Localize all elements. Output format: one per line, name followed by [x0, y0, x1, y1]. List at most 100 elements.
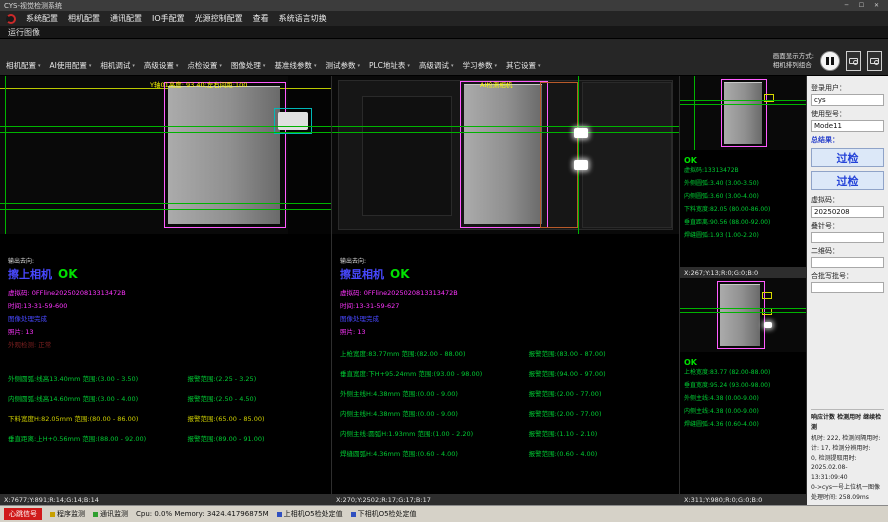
virtual-code-label: 虚拟码： [811, 195, 884, 205]
chevron-down-icon: ▾ [219, 63, 222, 69]
measure-line-green [0, 126, 331, 127]
login-user-label: 登录用户： [811, 83, 884, 93]
mini-result-line: 内侧主线:4.38 (0.00-9.00) [684, 406, 802, 415]
toolbar-camera-config[interactable]: 相机配置▾ [6, 60, 41, 71]
measure-line-green [680, 104, 806, 105]
roi-rect-magenta [717, 281, 765, 349]
camera-image-middle[interactable]: AI检测相机 [332, 76, 679, 234]
mini-result-line: 垂直宽度:95.24 (93.00-98.00) [684, 380, 802, 389]
photo-count-text: 照片: 13 [8, 326, 323, 336]
menu-item-camera-config[interactable]: 相机配置 [68, 13, 100, 24]
lower-camera-status: 下相机O5检处定值 [351, 509, 417, 519]
mini-result-line: 焊缝圆弧:4.36 (0.60-4.00) [684, 419, 802, 428]
barcode-text: 虚拟码: 0FFline2025020813313472B [8, 287, 323, 297]
program-monitor-indicator: 程序监测 [50, 509, 85, 519]
machinery-block [582, 82, 672, 228]
camera-image-mini-bottom[interactable] [680, 278, 806, 352]
camera-status-line: 擦上相机 OK [8, 266, 323, 282]
result-area-middle: 输出去向: 擦显相机 OK 虚拟码: 0FFline20250208133134… [332, 234, 679, 493]
menu-item-view[interactable]: 查看 [253, 13, 269, 24]
virtual-code-field[interactable]: 20250208 [811, 206, 884, 218]
measurement-row: 内侧圆弧:线高14.60mm 范围:(3.00 - 4.00)报警范围:(2.5… [8, 393, 323, 403]
toolbar-camera-debug[interactable]: 相机调试▾ [100, 60, 135, 71]
measurement-row: 上枪宽度:83.77mm 范围:(82.00 - 88.00)报警范围:(83.… [340, 348, 671, 358]
camera-status-icon [277, 512, 282, 517]
toolbar-ai-config[interactable]: AI使用配置▾ [50, 60, 92, 71]
pixel-coords-readout: X:311;Y:980;R:0;G:0;B:0 [680, 493, 806, 505]
close-button[interactable]: ✕ [869, 0, 884, 11]
toolbar-right-controls: 画面显示方式: 相机排列组合 [773, 51, 882, 71]
camera-view-button-2[interactable] [867, 51, 882, 71]
chevron-down-icon: ▾ [357, 63, 360, 69]
camera-image-left[interactable]: Y轴01高度: 93.40;左右间距:100 [0, 76, 331, 234]
cpu-memory-readout: Cpu: 0.0% Memory: 3424.41796875M [136, 510, 269, 518]
model-select[interactable]: Mode11 [811, 120, 884, 132]
pause-icon [826, 57, 829, 65]
measure-line-green [0, 209, 331, 210]
total-result-label: 总结果： [811, 135, 884, 145]
menu-item-io-config[interactable]: IO手配置 [152, 13, 185, 24]
roi-rect-yellow [762, 292, 772, 299]
mini-result-line: 上枪宽度:83.77 (82.00-88.00) [684, 367, 802, 376]
overlay-measure-label: AI检测相机 [480, 79, 512, 89]
toolbar-plc-address[interactable]: PLC地址表▾ [369, 60, 410, 71]
needle-number-field[interactable] [811, 232, 884, 243]
measurement-row: 内侧主线:圆弧H:1.93mm 范围:(1.00 - 2.20)报警范围:(1.… [340, 428, 671, 438]
menu-item-system-config[interactable]: 系统配置 [26, 13, 58, 24]
roi-rect-orange [540, 82, 578, 228]
stat-line: 0, 检测提取用时: [811, 454, 884, 464]
measure-line-green [332, 132, 679, 133]
toolbar-spot-check[interactable]: 点检设置▾ [187, 60, 222, 71]
tab-run-image[interactable]: 运行图像 [8, 27, 40, 38]
chevron-down-icon: ▾ [263, 63, 266, 69]
total-result-box-2: 过检 [811, 171, 884, 190]
needle-number-label: 叠针号： [811, 221, 884, 231]
chevron-down-icon: ▾ [407, 63, 410, 69]
batch-number-field[interactable] [811, 282, 884, 293]
toolbar-learning-params[interactable]: 学习参数▾ [462, 60, 497, 71]
measure-line-green [0, 132, 331, 133]
chevron-down-icon: ▾ [538, 63, 541, 69]
status-badge: OK [390, 267, 410, 281]
measure-line-green [680, 100, 806, 101]
menu-item-language[interactable]: 系统语言切换 [279, 13, 327, 24]
chevron-down-icon: ▾ [451, 63, 454, 69]
tab-bar: 运行图像 [0, 26, 888, 39]
mini-result-line: 外侧圆弧:3.40 (3.00-3.50) [684, 178, 802, 187]
menu-item-comm-config[interactable]: 通讯配置 [110, 13, 142, 24]
menu-item-light-config[interactable]: 光源控制配置 [195, 13, 243, 24]
camera-view-button-1[interactable] [846, 51, 861, 71]
roi-rect-cyan [274, 108, 312, 134]
measurement-rows: 外侧圆弧:线高13.40mm 范围:(3.00 - 3.50)报警范围:(2.2… [8, 373, 323, 443]
qr-code-field[interactable] [811, 257, 884, 268]
pause-button[interactable] [820, 51, 840, 71]
batch-number-label: 合批写批号： [811, 271, 884, 281]
upper-camera-status: 上相机O5检处定值 [277, 509, 343, 519]
roi-rect-magenta [460, 81, 548, 228]
minimize-button[interactable]: ─ [839, 0, 854, 11]
measure-line-green [680, 312, 806, 313]
timestamp-text: 时间:13-31-59-600 [8, 300, 323, 310]
toolbar-advanced-settings[interactable]: 高级设置▾ [144, 60, 179, 71]
chevron-down-icon: ▾ [494, 63, 497, 69]
stat-line: 计: 17, 检测分辨用时: [811, 444, 884, 454]
roi-rect-magenta [721, 79, 767, 147]
maximize-button[interactable]: ☐ [854, 0, 869, 11]
status-bar: 心跳信号 程序监测 通讯监测 Cpu: 0.0% Memory: 3424.41… [0, 505, 888, 522]
green-vertical-line [694, 76, 695, 150]
toolbar-image-process[interactable]: 图像处理▾ [231, 60, 266, 71]
menu-bar: 系统配置 相机配置 通讯配置 IO手配置 光源控制配置 查看 系统语言切换 [0, 11, 888, 26]
toolbar-test-params[interactable]: 测试参数▾ [325, 60, 360, 71]
stat-line: 机时: 222, 检测间隔用时: [811, 434, 884, 444]
mini-result-line: 内侧圆弧:3.60 (3.00-4.00) [684, 191, 802, 200]
app-logo-icon [6, 14, 16, 24]
output-destination-label: 输出去向: [340, 256, 671, 265]
toolbar-baseline-params[interactable]: 基准线参数▾ [274, 60, 316, 71]
status-badge: OK [684, 358, 802, 367]
toolbar-other-settings[interactable]: 其它设置▾ [506, 60, 541, 71]
statistics-block: 响应计数 检测用时 继续检测 机时: 222, 检测间隔用时: 计: 17, 检… [811, 409, 884, 503]
camera-status-line: 擦显相机 OK [340, 266, 671, 282]
weld-highlight [574, 160, 588, 170]
camera-image-mini-top[interactable] [680, 76, 806, 150]
toolbar-advanced-debug[interactable]: 高级调试▾ [419, 60, 454, 71]
